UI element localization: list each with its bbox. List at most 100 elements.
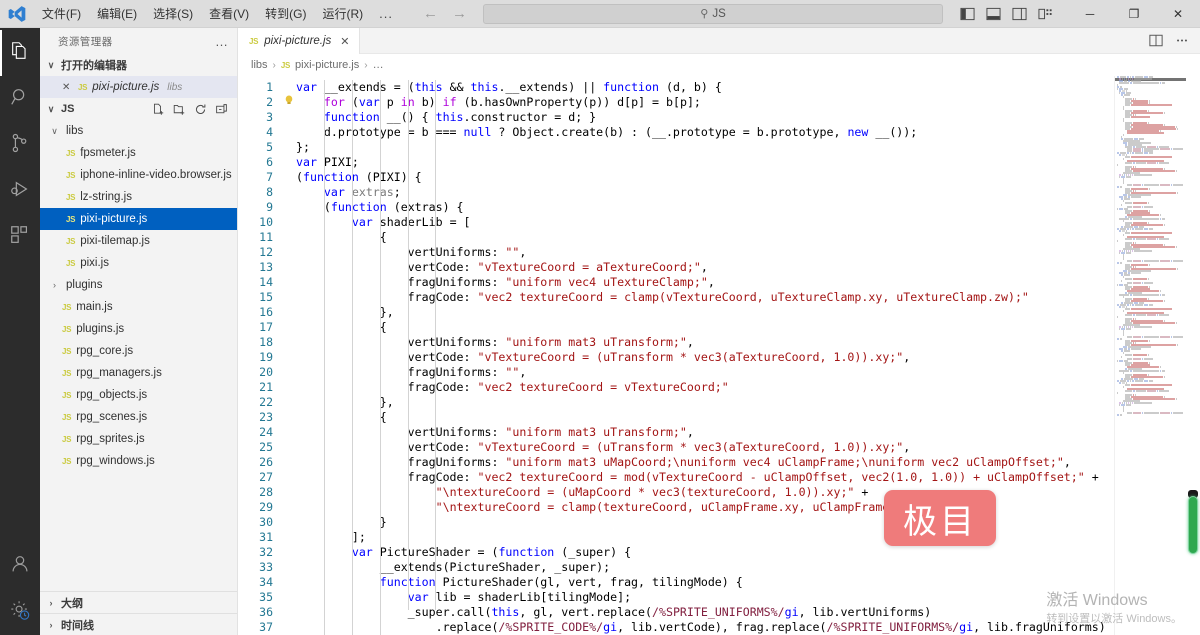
new-file-icon[interactable] <box>151 102 165 116</box>
minimap[interactable] <box>1114 76 1186 635</box>
tree-row[interactable]: JS rpg_scenes.js <box>40 406 237 428</box>
minimap-token <box>1133 370 1159 372</box>
sidebar-more-icon[interactable]: … <box>215 34 229 49</box>
open-editor-item[interactable]: ✕ JS pixi-picture.js libs <box>40 76 237 98</box>
sidebar-bottom-sections: › 大纲 › 时间线 <box>40 591 237 635</box>
minimap-token <box>1175 322 1177 324</box>
minimap-token <box>1130 104 1173 106</box>
code-content[interactable]: var __extends = (this && this.__extends)… <box>296 76 1114 635</box>
section-folder-js[interactable]: ∨ JS <box>40 98 237 120</box>
menu-bar[interactable]: 文件(F) 编辑(E) 选择(S) 查看(V) 转到(G) 运行(R) ... <box>34 0 401 28</box>
minimap-token <box>1131 196 1142 198</box>
new-folder-icon[interactable] <box>172 102 186 116</box>
collapse-all-icon[interactable] <box>214 102 228 116</box>
tab-close-icon[interactable]: ✕ <box>340 35 349 48</box>
tree-row[interactable]: JS pixi-tilemap.js <box>40 230 237 252</box>
code-editor[interactable]: 1 2 3 4 5 6 7 8 9 10 11 12 13 14 15 16 17 18 19 20 21 22 23 24 2… <box>238 76 1200 635</box>
code-line: var PictureShader = (function (_super) { <box>351 545 632 559</box>
tree-row[interactable]: JS main.js <box>40 296 237 318</box>
minimap-token <box>1133 412 1141 414</box>
lightbulb-slot <box>282 260 296 275</box>
search-input[interactable]: ⚲ JS <box>483 3 943 24</box>
tree-row-selected[interactable]: JS pixi-picture.js <box>40 208 237 230</box>
menu-run[interactable]: 运行(R) <box>314 3 371 25</box>
activitybar-item-source-control[interactable] <box>0 122 40 168</box>
tab-pixi-picture-js[interactable]: JS pixi-picture.js ✕ <box>238 28 360 54</box>
tree-row[interactable]: JS lz-string.js <box>40 186 237 208</box>
activitybar-item-explorer[interactable] <box>0 30 40 76</box>
menu-more-icon[interactable]: ... <box>371 6 401 21</box>
menu-selection[interactable]: 选择(S) <box>145 3 201 25</box>
tree-row[interactable]: JS rpg_managers.js <box>40 362 237 384</box>
activitybar-item-accounts[interactable] <box>0 543 40 589</box>
editor-vertical-scrollbar[interactable] <box>1186 76 1200 635</box>
minimap-token <box>1123 274 1131 276</box>
menu-view[interactable]: 查看(V) <box>201 3 257 25</box>
tree-row[interactable]: › plugins <box>40 274 237 296</box>
tree-row[interactable]: JS plugins.js <box>40 318 237 340</box>
minimap-token <box>1119 262 1123 264</box>
close-icon[interactable]: ✕ <box>62 82 73 93</box>
minimize-button[interactable]: ─ <box>1068 0 1112 28</box>
line-numbers: 1 2 3 4 5 6 7 8 9 10 11 12 13 14 15 16 17 18 19 20 21 22 23 24 2… <box>238 76 282 635</box>
more-actions-icon[interactable] <box>1174 33 1190 49</box>
minimap-token <box>1133 82 1159 84</box>
tree-row[interactable]: ∨ libs <box>40 120 237 142</box>
minimap-token <box>1171 184 1173 186</box>
section-outline-label: 大纲 <box>61 597 83 610</box>
minimap-token <box>1127 260 1133 262</box>
split-editor-icon[interactable] <box>1148 33 1164 49</box>
breadcrumb-item-symbol[interactable]: … <box>373 59 384 71</box>
forward-arrow-icon[interactable]: → <box>452 6 467 21</box>
menu-file[interactable]: 文件(F) <box>34 3 89 25</box>
menu-go[interactable]: 转到(G) <box>257 3 314 25</box>
file-tree: ∨ libs JS fpsmeter.js JS iphone-inline-v… <box>40 120 237 472</box>
tree-row[interactable]: JS iphone-inline-video.browser.js <box>40 164 237 186</box>
section-folder-label: JS <box>61 103 75 115</box>
code-line: vertCode: "vTextureCoord = (uTransform *… <box>296 350 911 364</box>
tree-row[interactable]: JS fpsmeter.js <box>40 142 237 164</box>
chevron-down-icon: ∨ <box>47 59 55 70</box>
minimap-token <box>1132 250 1134 252</box>
toggle-panel-icon[interactable] <box>985 5 1002 22</box>
tree-row[interactable]: JS rpg_windows.js <box>40 450 237 472</box>
code-line: function __() { this.constructor = d; } <box>324 110 597 124</box>
breadcrumb-item-libs[interactable]: libs <box>251 59 268 71</box>
toggle-primary-sidebar-icon[interactable] <box>959 5 976 22</box>
activitybar-item-extensions[interactable] <box>0 214 40 260</box>
minimap-token <box>1159 366 1161 368</box>
js-file-icon: JS <box>280 60 291 70</box>
minimap-token <box>1177 192 1179 194</box>
section-timeline[interactable]: › 时间线 <box>40 613 237 635</box>
maximize-button[interactable]: ❐ <box>1112 0 1156 28</box>
minimap-token <box>1127 228 1130 230</box>
customize-layout-icon[interactable] <box>1037 5 1054 22</box>
chevron-down-icon: ∨ <box>47 103 55 114</box>
minimap-token <box>1143 228 1148 230</box>
minimap-token <box>1132 228 1135 230</box>
minimap-token <box>1119 382 1121 384</box>
minimap-token <box>1157 390 1159 392</box>
refresh-icon[interactable] <box>193 102 207 116</box>
breadcrumb-item-file[interactable]: pixi-picture.js <box>295 59 359 71</box>
tree-row[interactable]: JS rpg_sprites.js <box>40 428 237 450</box>
code-lens-lightbulb-column <box>282 76 296 635</box>
scrollbar-thumb[interactable] <box>1188 496 1198 554</box>
minimap-token <box>1119 252 1121 254</box>
lightbulb-icon[interactable] <box>282 95 296 110</box>
minimap-token <box>1159 238 1170 240</box>
minimap-token <box>1159 162 1170 164</box>
tree-row[interactable]: JS rpg_core.js <box>40 340 237 362</box>
activitybar-item-search[interactable] <box>0 76 40 122</box>
gear-icon <box>9 599 31 626</box>
activitybar-item-settings[interactable] <box>0 589 40 635</box>
section-outline[interactable]: › 大纲 <box>40 591 237 613</box>
section-open-editors[interactable]: ∨ 打开的编辑器 <box>40 54 237 76</box>
menu-edit[interactable]: 编辑(E) <box>89 3 145 25</box>
activitybar-item-run-debug[interactable] <box>0 168 40 214</box>
toggle-secondary-sidebar-icon[interactable] <box>1011 5 1028 22</box>
tree-row[interactable]: JS rpg_objects.js <box>40 384 237 406</box>
back-arrow-icon[interactable]: ← <box>423 6 438 21</box>
close-button[interactable]: ✕ <box>1156 0 1200 28</box>
tree-row[interactable]: JS pixi.js <box>40 252 237 274</box>
